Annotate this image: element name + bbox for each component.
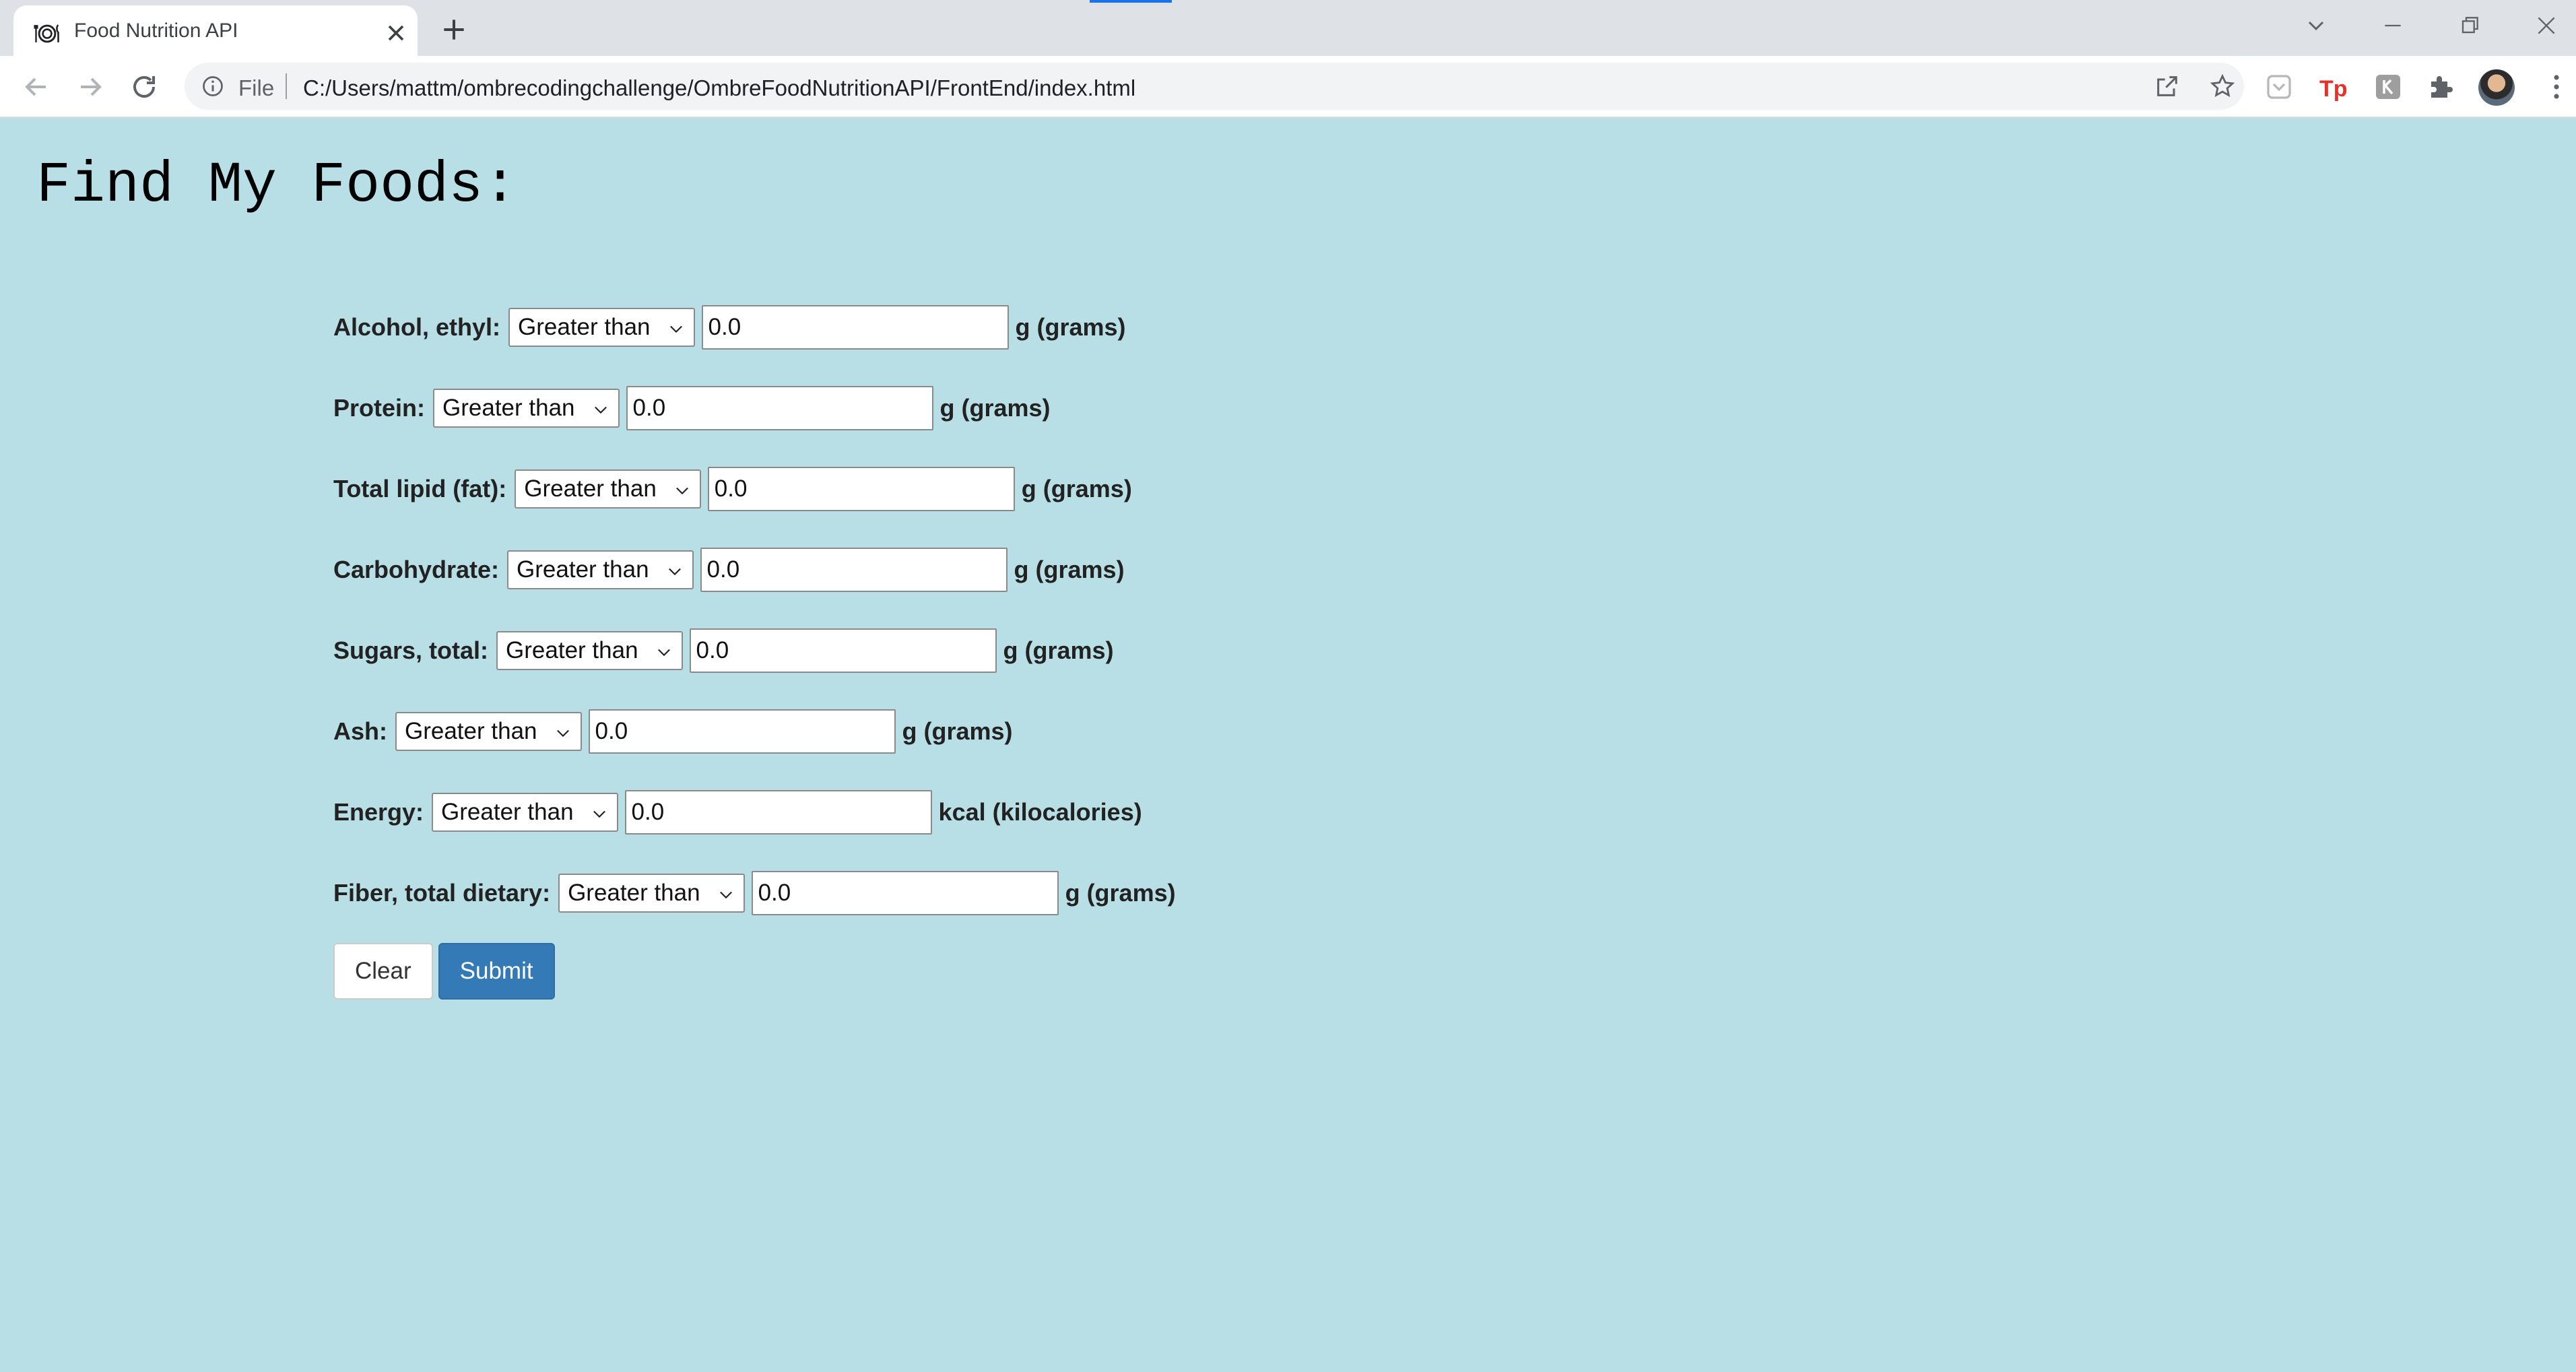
amount-input[interactable] — [588, 709, 896, 754]
avatar[interactable] — [2478, 69, 2515, 106]
reload-icon[interactable] — [128, 71, 160, 103]
close-icon[interactable] — [383, 20, 409, 46]
plate-cutlery-icon — [34, 24, 59, 43]
nutrient-row: Sugars, total: Greater than g (grams) — [333, 626, 1344, 675]
amount-input[interactable] — [701, 305, 1009, 350]
nutrient-label: Alcohol, ethyl: — [333, 313, 501, 341]
chevron-down-icon — [675, 487, 688, 495]
unit-label: g (grams) — [902, 717, 1013, 745]
comparator-select[interactable]: Greater than — [508, 308, 695, 347]
nutrient-filter-form: Alcohol, ethyl:Greater thang (grams)Prot… — [333, 303, 1344, 1000]
comparator-select[interactable]: Greater than — [395, 712, 582, 751]
comparator-select[interactable]: Greater than — [507, 550, 694, 589]
divider — [286, 73, 287, 99]
nutrient-row: Alcohol, ethyl: Greater than g (grams) — [333, 303, 1344, 352]
plus-icon[interactable] — [439, 15, 469, 44]
url-text[interactable]: C:/Users/mattm/ombrecodingchallenge/Ombr… — [303, 75, 1135, 101]
chevron-down-icon — [669, 325, 682, 333]
unit-label: g (grams) — [1015, 313, 1126, 341]
tab-title: Food Nutrition API — [74, 20, 238, 42]
nutrient-label: Protein: — [333, 394, 426, 422]
puzzle-icon[interactable] — [2426, 71, 2458, 103]
chevron-down-icon — [719, 891, 732, 899]
nutrient-label: Total lipid (fat): — [333, 475, 507, 502]
page-content: Find My Foods: Alcohol, ethyl: Greater th… — [0, 118, 2576, 1372]
amount-input[interactable] — [624, 790, 932, 835]
amount-input[interactable] — [626, 386, 933, 430]
comparator-value: Greater than — [518, 314, 651, 340]
comparator-value: Greater than — [568, 880, 700, 906]
amount-input[interactable] — [689, 628, 997, 673]
k-extension-icon[interactable] — [2372, 71, 2404, 103]
unit-label: g (grams) — [1021, 475, 1132, 502]
chevron-down-icon — [593, 810, 605, 818]
comparator-value: Greater than — [441, 799, 574, 825]
nutrient-row: Protein: Greater than g (grams) — [333, 384, 1344, 432]
form-actions: Clear Submit — [333, 943, 1344, 1000]
nutrient-label: Ash: — [333, 717, 387, 745]
tab-search-icon[interactable] — [2299, 12, 2333, 39]
amount-input[interactable] — [707, 467, 1015, 511]
comparator-value: Greater than — [517, 556, 649, 583]
address-bar[interactable]: File C:/Users/mattm/ombrecodingchallenge… — [185, 63, 2244, 110]
info-icon[interactable] — [201, 74, 225, 98]
unit-label: g (grams) — [939, 394, 1051, 422]
comparator-value: Greater than — [524, 476, 657, 502]
chevron-down-icon — [594, 406, 607, 414]
minimize-icon[interactable] — [2376, 12, 2410, 39]
submit-button[interactable]: Submit — [438, 943, 555, 1000]
nutrient-label: Energy: — [333, 798, 424, 826]
comparator-select[interactable]: Greater than — [433, 389, 620, 428]
arrow-right-icon[interactable] — [74, 71, 106, 103]
nutrient-label: Fiber, total dietary: — [333, 879, 551, 907]
comparator-select[interactable]: Greater than — [432, 793, 618, 832]
tab-indicator — [1090, 0, 1172, 3]
star-icon[interactable] — [2209, 73, 2236, 100]
comparator-value: Greater than — [506, 637, 638, 663]
tab-strip: Food Nutrition API — [0, 0, 2576, 56]
more-menu-icon[interactable] — [2540, 71, 2573, 103]
nutrient-row: Ash: Greater than g (grams) — [333, 707, 1344, 756]
arrow-left-icon[interactable] — [20, 71, 53, 103]
clear-button[interactable]: Clear — [333, 943, 433, 1000]
browser-toolbar: File C:/Users/mattm/ombrecodingchallenge… — [0, 56, 2576, 118]
unit-label: g (grams) — [1003, 636, 1114, 664]
comparator-value: Greater than — [442, 395, 575, 421]
browser-tab[interactable]: Food Nutrition API — [13, 5, 418, 56]
file-label: File — [238, 75, 275, 100]
nutrient-row: Energy: Greater than kcal (kilocalories) — [333, 788, 1344, 837]
comparator-select[interactable]: Greater than — [515, 469, 701, 509]
svg-text:Tp: Tp — [2319, 76, 2348, 102]
nutrient-label: Sugars, total: — [333, 636, 489, 664]
unit-label: g (grams) — [1014, 556, 1125, 583]
amount-input[interactable] — [700, 548, 1008, 592]
nutrient-row: Fiber, total dietary: Greater than g (gram… — [333, 869, 1344, 917]
pocket-icon[interactable] — [2263, 71, 2295, 103]
nutrient-row: Carbohydrate: Greater than g (grams) — [333, 546, 1344, 594]
share-icon[interactable] — [2154, 73, 2181, 100]
restore-icon[interactable] — [2453, 12, 2486, 39]
amount-input[interactable] — [751, 871, 1059, 915]
unit-label: g (grams) — [1065, 879, 1176, 907]
comparator-value: Greater than — [405, 718, 537, 744]
page-title: Find My Foods: — [36, 153, 518, 218]
chevron-down-icon — [556, 729, 569, 738]
comparator-select[interactable]: Greater than — [558, 874, 745, 913]
nutrient-label: Carbohydrate: — [333, 556, 500, 583]
window-close-icon[interactable] — [2530, 12, 2563, 39]
tp-extension-icon[interactable]: Tp — [2317, 71, 2349, 103]
chevron-down-icon — [668, 568, 681, 576]
nutrient-row: Total lipid (fat): Greater than g (grams) — [333, 465, 1344, 513]
unit-label: kcal (kilocalories) — [938, 798, 1142, 826]
comparator-select[interactable]: Greater than — [496, 631, 683, 670]
chevron-down-icon — [657, 649, 670, 657]
